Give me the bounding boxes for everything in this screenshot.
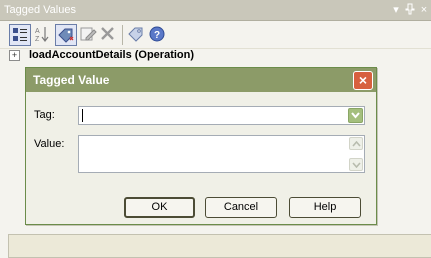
panel-menu-dropdown-icon[interactable]: ▾: [389, 3, 403, 17]
panel-title: Tagged Values: [4, 4, 76, 16]
tree-item-label: loadAccountDetails (Operation): [29, 49, 195, 61]
scroll-up-icon: [352, 141, 361, 147]
scroll-up-button[interactable]: [349, 137, 363, 150]
panel-toolbar: A Z ?: [0, 21, 431, 49]
tree-item-operation[interactable]: + loadAccountDetails (Operation): [0, 49, 431, 63]
tagged-value-dialog: Tagged Value × Tag: Value: OK Cancel Hel…: [25, 67, 377, 225]
help-button[interactable]: Help: [289, 197, 361, 218]
sort-alpha-icon: A Z: [35, 27, 49, 43]
dialog-title: Tagged Value: [33, 73, 110, 87]
dialog-close-icon[interactable]: ×: [353, 71, 373, 90]
panel-pin-icon[interactable]: [403, 3, 417, 17]
help-button-toolbar[interactable]: ?: [147, 24, 169, 46]
delete-tag-icon: [101, 27, 114, 40]
delete-tag-button[interactable]: [98, 24, 120, 46]
help-icon: ?: [149, 26, 165, 42]
svg-text:Z: Z: [35, 36, 40, 43]
svg-text:?: ?: [154, 30, 160, 41]
text-caret: [82, 109, 83, 122]
new-tag-button[interactable]: [55, 24, 77, 46]
notes-pane: [8, 234, 431, 258]
tag-dropdown-button[interactable]: [348, 108, 363, 123]
categorized-view-button[interactable]: [9, 24, 31, 46]
svg-text:A: A: [35, 28, 40, 35]
value-label: Value:: [34, 138, 65, 150]
ok-button[interactable]: OK: [124, 197, 195, 218]
expand-icon[interactable]: +: [9, 50, 20, 61]
tag-info-icon: [128, 27, 143, 42]
panel-close-icon[interactable]: ×: [417, 3, 431, 17]
scroll-down-button[interactable]: [349, 158, 363, 171]
tagged-values-panel: Tagged Values ▾ × A Z ? + loadAccountDet…: [0, 0, 431, 258]
value-textarea[interactable]: [78, 135, 365, 173]
edit-tag-icon: [80, 27, 97, 41]
categorized-view-icon: [13, 28, 27, 41]
dialog-titlebar: Tagged Value ×: [26, 68, 376, 92]
tag-info-button[interactable]: [126, 24, 148, 46]
toolbar-separator: [122, 25, 123, 45]
sort-alpha-button[interactable]: A Z: [32, 24, 54, 46]
tag-label: Tag:: [34, 109, 55, 121]
panel-titlebar: Tagged Values ▾ ×: [0, 0, 431, 21]
cancel-button[interactable]: Cancel: [205, 197, 277, 218]
new-tag-icon: [58, 28, 74, 43]
tag-combobox[interactable]: [78, 106, 365, 125]
scroll-down-icon: [352, 162, 361, 168]
chevron-down-icon: [351, 112, 360, 119]
edit-tag-button[interactable]: [78, 24, 100, 46]
